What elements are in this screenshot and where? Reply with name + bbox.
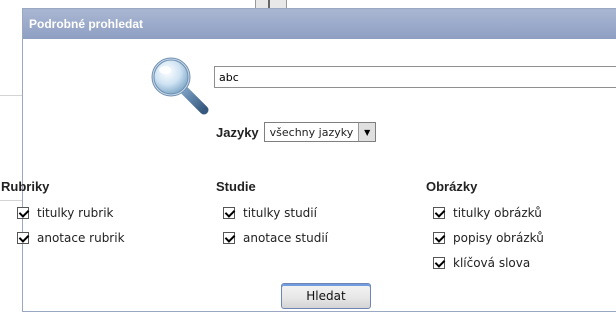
search-input[interactable] <box>214 66 616 88</box>
checkbox-row[interactable]: popisy obrázků <box>426 225 544 250</box>
checkbox-label: klíčová slova <box>453 255 531 270</box>
checkbox-row[interactable]: klíčová slova <box>426 250 544 275</box>
advanced-search-dialog: Podrobné prohledat Jazyky všechny jazyky… <box>1 8 616 312</box>
checkbox-row[interactable]: titulky studií <box>216 200 328 225</box>
background-scrollbar-fragment <box>255 0 287 8</box>
language-label: Jazyky <box>216 124 259 140</box>
checkbox-label: titulky studií <box>243 205 317 220</box>
checkmark-icon[interactable] <box>223 206 235 219</box>
column-title: Obrázky <box>426 179 478 194</box>
column-obrazky: Obrázky titulky obrázků popisy obrázků k… <box>426 179 544 275</box>
checkmark-icon[interactable] <box>433 231 445 244</box>
checkmark-icon[interactable] <box>433 256 445 269</box>
checkbox-label: popisy obrázků <box>453 230 544 245</box>
chevron-down-icon[interactable]: ▼ <box>358 123 376 141</box>
column-title: Studie <box>216 179 256 194</box>
checkbox-label: titulky rubrik <box>37 205 114 220</box>
column-title: Rubriky <box>1 179 50 194</box>
magnifier-icon <box>151 57 209 115</box>
background-divider <box>0 95 22 96</box>
column-studie: Studie titulky studií anotace studií <box>216 179 328 250</box>
checkbox-row[interactable]: anotace studií <box>216 225 328 250</box>
checkbox-row[interactable]: titulky obrázků <box>426 200 544 225</box>
dialog-title: Podrobné prohledat <box>23 9 616 39</box>
checkbox-label: anotace rubrik <box>37 230 125 245</box>
checkmark-icon[interactable] <box>17 231 29 244</box>
language-select-value: všechny jazyky <box>269 125 354 139</box>
checkbox-label: titulky obrázků <box>453 205 542 220</box>
checkmark-icon[interactable] <box>223 231 235 244</box>
checkbox-label: anotace studií <box>243 230 329 245</box>
checkmark-icon[interactable] <box>433 206 445 219</box>
column-rubriky: Rubriky titulky rubrik anotace rubrik <box>1 179 125 250</box>
checkbox-row[interactable]: anotace rubrik <box>1 225 125 250</box>
language-select[interactable]: všechny jazyky ▼ <box>263 122 377 142</box>
language-row: Jazyky všechny jazyky ▼ <box>216 121 377 143</box>
search-submit-button[interactable]: Hledat <box>281 283 371 309</box>
checkmark-icon[interactable] <box>17 206 29 219</box>
checkbox-row[interactable]: titulky rubrik <box>1 200 125 225</box>
